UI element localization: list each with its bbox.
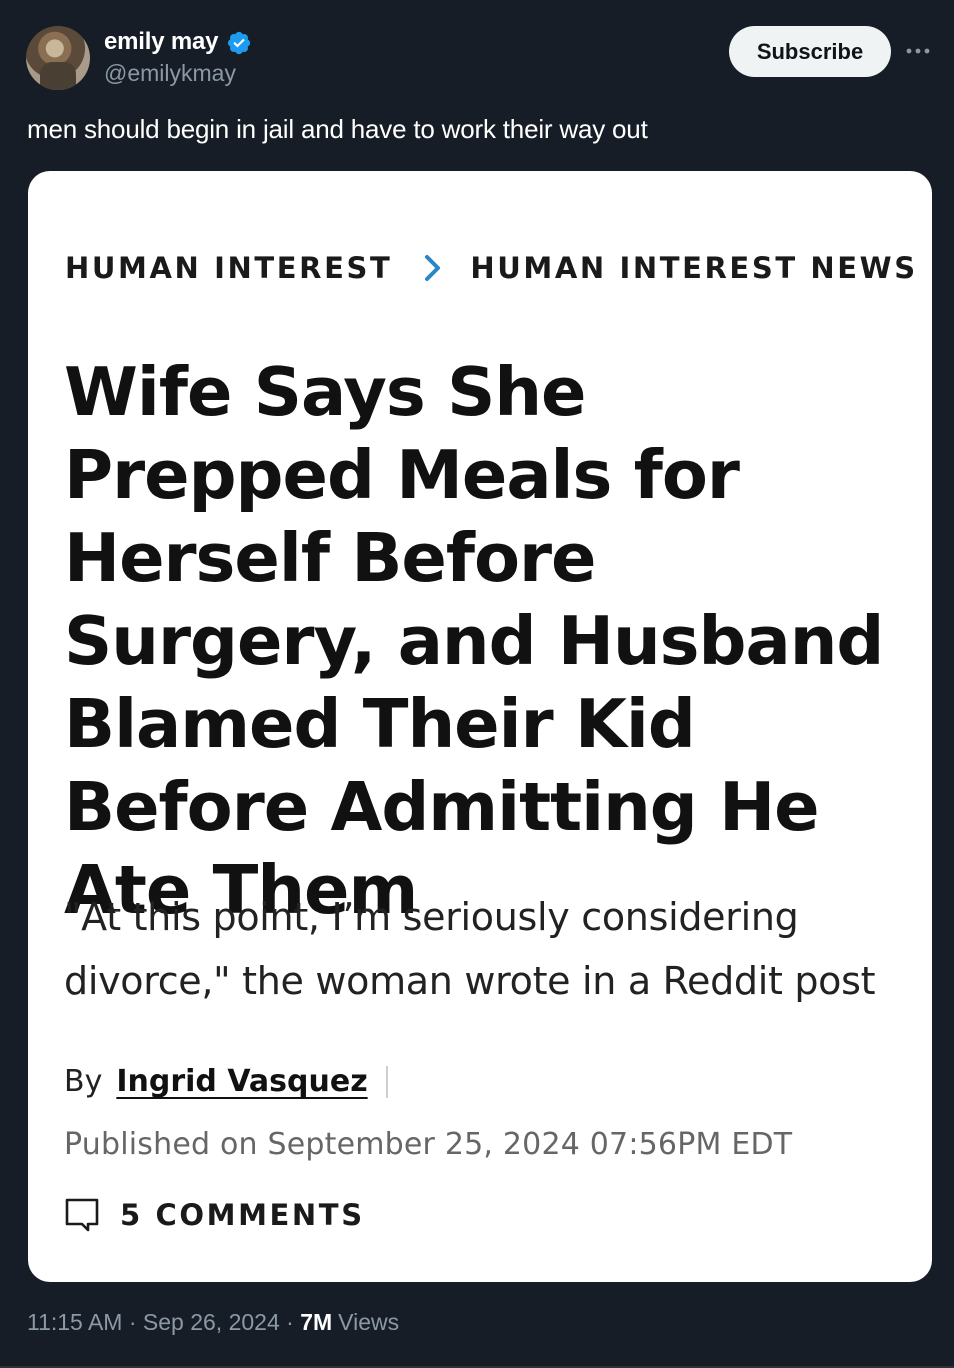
post-text: men should begin in jail and have to wor… — [27, 114, 648, 144]
author-link[interactable]: Ingrid Vasquez — [116, 1064, 367, 1099]
comment-bubble-icon — [65, 1198, 99, 1232]
comments-label: 5 COMMENTS — [120, 1198, 365, 1232]
published-date: Published on September 25, 2024 07:56PM … — [64, 1127, 793, 1162]
post-header: emily may @emilykmay Subscribe — [0, 0, 954, 110]
byline: By Ingrid Vasquez — [64, 1064, 388, 1099]
article-dek: "At this point, I’m seriously considerin… — [64, 895, 876, 1003]
post-timestamp[interactable]: 11:15 AM · Sep 26, 2024 · — [27, 1309, 300, 1336]
author-name[interactable]: emily may — [104, 28, 218, 56]
verified-badge-icon — [227, 31, 251, 55]
breadcrumb-human-interest[interactable]: HUMAN INTEREST — [65, 251, 392, 285]
comments-link[interactable]: 5 COMMENTS — [64, 1197, 365, 1233]
author-handle[interactable]: @emilykmay — [104, 60, 236, 87]
avatar[interactable] — [26, 26, 90, 90]
article-card[interactable]: HUMAN INTEREST HUMAN INTEREST NEWS Wife … — [28, 171, 932, 1282]
breadcrumb-human-interest-news[interactable]: HUMAN INTEREST NEWS — [470, 251, 917, 285]
views-label: Views — [338, 1309, 400, 1335]
subscribe-button[interactable]: Subscribe — [729, 26, 891, 77]
views-count: 7M — [300, 1309, 333, 1335]
post-meta: 11:15 AM · Sep 26, 2024 · 7M Views — [27, 1309, 399, 1336]
breadcrumb: HUMAN INTEREST HUMAN INTEREST NEWS — [65, 251, 918, 285]
avatar-figure — [40, 62, 76, 90]
chevron-right-icon — [425, 255, 441, 281]
article-headline: Wife Says She Prepped Meals for Herself … — [64, 353, 884, 929]
by-label: By — [64, 1064, 103, 1099]
more-dots-icon[interactable] — [905, 38, 931, 64]
byline-divider — [385, 1065, 388, 1098]
